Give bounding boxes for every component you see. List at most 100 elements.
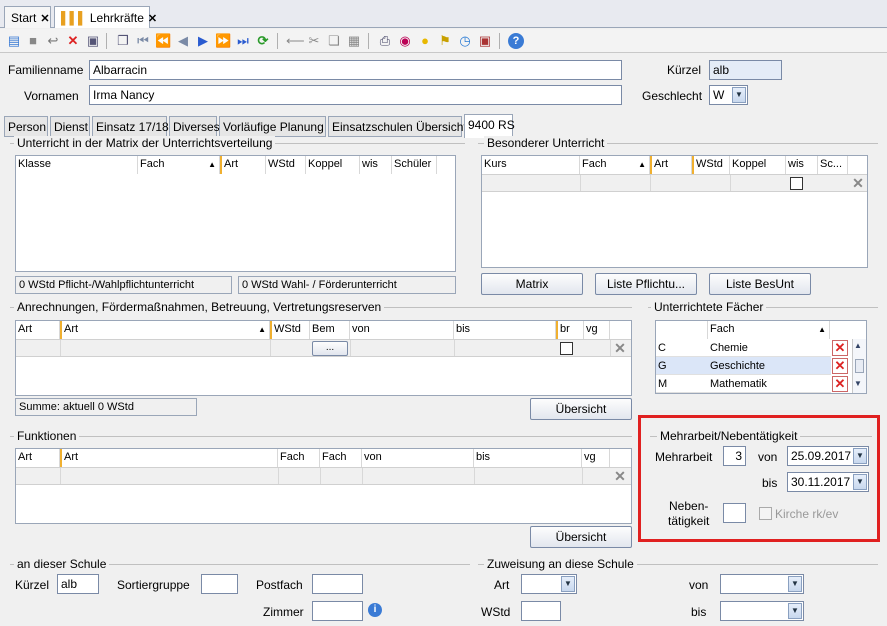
column-header[interactable]: von — [362, 449, 474, 467]
bem-ellipsis-button[interactable]: ... — [312, 341, 348, 356]
zuweisung-von-select[interactable]: ▼ — [720, 574, 804, 594]
view-icon[interactable]: ◉ — [397, 33, 413, 49]
column-header[interactable]: Bem — [310, 321, 350, 339]
column-header[interactable]: Klasse — [16, 156, 138, 174]
refresh-icon[interactable]: ⟳ — [255, 33, 271, 49]
column-header[interactable]: WStd — [692, 156, 730, 174]
undo-icon[interactable]: ↩ — [45, 33, 61, 49]
delete-row-icon[interactable]: ✕ — [850, 175, 866, 191]
postfach-input[interactable] — [312, 574, 363, 594]
prev-icon[interactable]: ◀ — [175, 33, 191, 49]
delete-row-icon[interactable]: ✕ — [612, 468, 628, 484]
column-header[interactable]: WStd — [266, 156, 306, 174]
scrollbar[interactable]: ▲ ▼ — [852, 339, 866, 393]
table-row[interactable]: ✕ — [482, 174, 867, 192]
schule-kuerzel-input[interactable]: alb — [57, 574, 99, 594]
wis-checkbox[interactable] — [790, 177, 803, 190]
column-header[interactable]: Sc... — [818, 156, 848, 174]
column-header[interactable]: bis — [474, 449, 582, 467]
column-header[interactable]: von — [350, 321, 454, 339]
next-page-icon[interactable]: ⏩ — [215, 33, 231, 49]
list-item[interactable]: G Geschichte ✕ — [656, 357, 848, 375]
column-header[interactable]: vg — [584, 321, 610, 339]
vornamen-input[interactable]: Irma Nancy — [89, 85, 622, 105]
cut-icon[interactable]: ✂ — [306, 33, 322, 49]
chevron-down-icon[interactable]: ▼ — [788, 576, 802, 592]
liste-besunt-button[interactable]: Liste BesUnt — [709, 273, 811, 295]
column-header[interactable]: Fach ▲ — [580, 156, 650, 174]
chevron-down-icon[interactable]: ▼ — [854, 379, 862, 388]
column-header[interactable]: Fach ▲ — [708, 321, 830, 339]
clock-icon[interactable]: ◷ — [457, 33, 473, 49]
print-icon[interactable]: ⎙ — [377, 33, 393, 49]
tab-dienst[interactable]: Dienst — [50, 116, 90, 137]
copy-doc-icon[interactable]: ❏ — [326, 33, 342, 49]
delete-row-icon[interactable]: ✕ — [612, 340, 628, 356]
tab-start[interactable]: Start ✕ — [4, 6, 51, 28]
bulb-icon[interactable]: ● — [417, 33, 433, 49]
report-icon[interactable]: ▣ — [477, 33, 493, 49]
remove-icon[interactable]: ✕ — [832, 358, 848, 374]
chevron-up-icon[interactable]: ▲ — [854, 341, 862, 350]
column-header[interactable]: Art — [650, 156, 692, 174]
broom-icon[interactable]: ⚑ — [437, 33, 453, 49]
column-header[interactable]: wis — [360, 156, 392, 174]
chevron-down-icon[interactable]: ▼ — [788, 603, 802, 619]
table-row[interactable]: ✕ — [16, 467, 631, 485]
column-header[interactable]: wis — [786, 156, 818, 174]
help-icon[interactable]: ? — [508, 33, 524, 49]
tab-einsatz[interactable]: Einsatz 17/18 — [92, 116, 169, 137]
column-header[interactable]: Fach — [320, 449, 362, 467]
column-header[interactable]: vg — [582, 449, 610, 467]
close-icon[interactable]: ✕ — [148, 13, 157, 25]
funktionen-uebersicht-button[interactable]: Übersicht — [530, 526, 632, 548]
back-icon[interactable]: ⟵ — [286, 33, 305, 49]
zuweisung-art-select[interactable]: ▼ — [521, 574, 577, 594]
column-header[interactable]: Art — [16, 449, 60, 467]
column-header[interactable]: Fach — [278, 449, 320, 467]
tab-9400-rs[interactable]: 9400 RS — [464, 114, 515, 138]
last-icon[interactable]: ⏭ — [235, 33, 251, 49]
tab-lehrkraefte[interactable]: ▌▌▌ Lehrkräfte ✕ — [54, 6, 157, 28]
matrix-button[interactable]: Matrix — [481, 273, 583, 295]
column-header[interactable] — [656, 321, 708, 339]
tab-person[interactable]: Person — [4, 116, 48, 137]
column-header[interactable]: Koppel — [306, 156, 360, 174]
column-header[interactable]: Kurs — [482, 156, 580, 174]
list-item[interactable]: M Mathematik ✕ — [656, 375, 848, 393]
list-item[interactable]: C Chemie ✕ — [656, 339, 848, 357]
chevron-down-icon[interactable]: ▼ — [561, 576, 575, 592]
liste-pflichtu-button[interactable]: Liste Pflichtu... — [595, 273, 697, 295]
save-icon[interactable]: ■ — [25, 33, 41, 49]
first-icon[interactable]: ⏮ — [135, 33, 151, 49]
column-header[interactable]: Koppel — [730, 156, 786, 174]
zimmer-input[interactable] — [312, 601, 363, 621]
paste-icon[interactable]: ▦ — [346, 33, 362, 49]
table-row[interactable]: ... ✕ — [16, 339, 631, 357]
copy-icon[interactable]: ❐ — [115, 33, 131, 49]
column-header[interactable]: br — [556, 321, 584, 339]
zuweisung-wstd-input[interactable] — [521, 601, 561, 621]
tab-vorlaeufige-planung[interactable]: Vorläufige Planung — [219, 116, 326, 137]
column-header[interactable]: Art — [16, 321, 60, 339]
column-header[interactable]: Schüler — [392, 156, 437, 174]
column-header[interactable]: Art ▲ — [60, 321, 270, 339]
anrechnungen-uebersicht-button[interactable]: Übersicht — [530, 398, 632, 420]
delete-icon[interactable]: ✕ — [65, 33, 81, 49]
sortiergruppe-input[interactable] — [201, 574, 238, 594]
tab-diverses[interactable]: Diverses — [169, 116, 220, 137]
print-preview-icon[interactable]: ▣ — [85, 33, 101, 49]
scroll-thumb[interactable] — [855, 359, 864, 373]
column-header[interactable]: WStd — [270, 321, 310, 339]
kuerzel-input[interactable]: alb — [709, 60, 782, 80]
br-checkbox[interactable] — [560, 342, 573, 355]
tab-einsatzschulen[interactable]: Einsatzschulen Übersicht — [328, 116, 467, 137]
prev-page-icon[interactable]: ⏪ — [155, 33, 171, 49]
info-icon[interactable]: i — [368, 603, 382, 617]
familienname-input[interactable]: Albarracin — [89, 60, 622, 80]
column-header[interactable]: Art — [220, 156, 266, 174]
remove-icon[interactable]: ✕ — [832, 340, 848, 356]
column-header[interactable]: Fach ▲ — [138, 156, 220, 174]
geschlecht-select[interactable]: W ▼ — [709, 85, 748, 105]
zuweisung-bis-select[interactable]: ▼ — [720, 601, 804, 621]
